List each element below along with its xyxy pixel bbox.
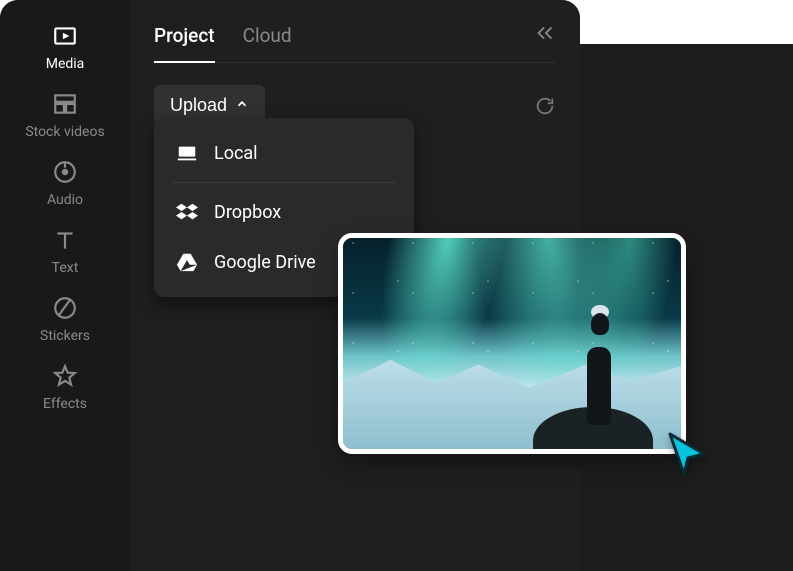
refresh-button[interactable] — [534, 95, 556, 117]
sidebar-item-stickers[interactable]: Stickers — [40, 294, 90, 344]
tab-project[interactable]: Project — [154, 18, 215, 63]
media-icon — [51, 22, 79, 50]
upload-option-dropbox[interactable]: Dropbox — [154, 187, 414, 237]
sidebar: Media Stock videos Audio Text Stickers — [0, 0, 130, 571]
chevron-up-icon — [235, 97, 249, 114]
computer-icon — [176, 142, 198, 164]
upload-option-local[interactable]: Local — [154, 128, 414, 178]
upload-option-label: Google Drive — [214, 252, 316, 273]
sidebar-item-text[interactable]: Text — [51, 226, 79, 276]
sidebar-item-label: Effects — [43, 396, 87, 412]
sidebar-item-stock-videos[interactable]: Stock videos — [25, 90, 104, 140]
upload-option-label: Dropbox — [214, 202, 281, 223]
effects-icon — [51, 362, 79, 390]
sidebar-item-effects[interactable]: Effects — [43, 362, 87, 412]
upload-label: Upload — [170, 95, 227, 116]
tab-cloud[interactable]: Cloud — [243, 18, 292, 63]
upload-option-label: Local — [214, 143, 258, 164]
sidebar-item-label: Stock videos — [25, 124, 104, 140]
stickers-icon — [51, 294, 79, 322]
dropbox-icon — [176, 201, 198, 223]
collapse-panel-button[interactable] — [534, 22, 556, 59]
panel-tabs: Project Cloud — [154, 18, 556, 63]
sidebar-item-label: Stickers — [40, 328, 90, 344]
sidebar-item-media[interactable]: Media — [46, 22, 85, 72]
sidebar-item-label: Text — [52, 260, 79, 276]
text-icon — [51, 226, 79, 254]
sidebar-item-label: Media — [46, 56, 85, 72]
sidebar-item-label: Audio — [47, 192, 83, 208]
sidebar-item-audio[interactable]: Audio — [47, 158, 83, 208]
audio-icon — [51, 158, 79, 186]
google-drive-icon — [176, 251, 198, 273]
aurora-image — [343, 238, 681, 449]
cursor-icon — [664, 430, 712, 482]
media-preview-thumbnail[interactable] — [338, 233, 686, 454]
stock-icon — [51, 90, 79, 118]
menu-separator — [172, 182, 396, 183]
